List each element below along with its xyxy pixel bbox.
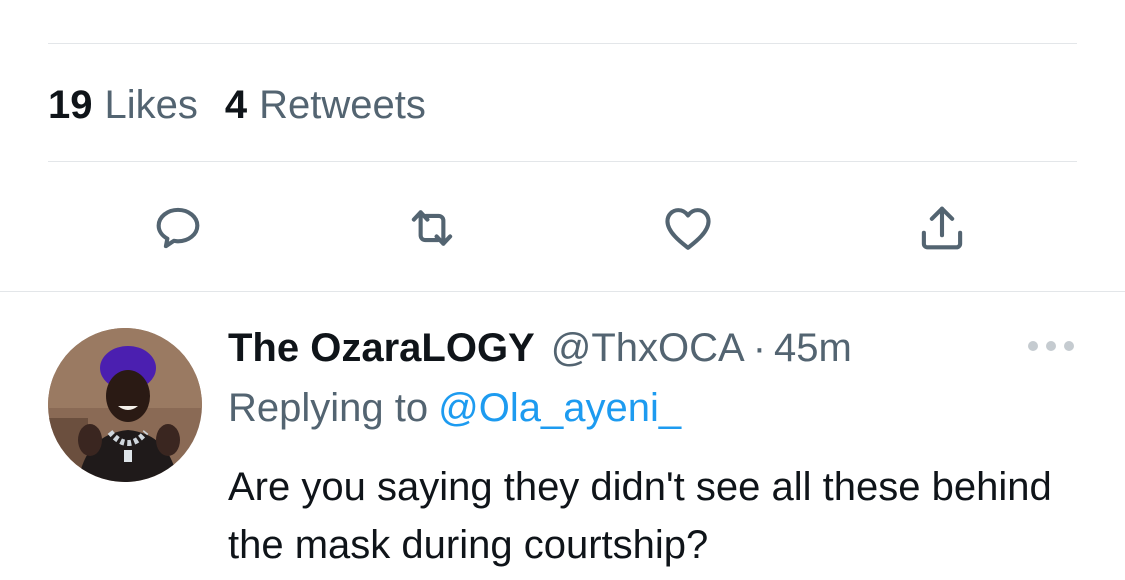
share-icon xyxy=(921,206,963,250)
tweet-timestamp[interactable]: 45m xyxy=(774,326,852,371)
reply-tweet[interactable]: The OzaraLOGY @ThxOCA · 45m Replying to @… xyxy=(0,292,1125,580)
more-options-button[interactable] xyxy=(1028,336,1074,356)
heart-icon xyxy=(665,208,711,250)
replying-to: Replying to @Ola_ayeni_ xyxy=(228,386,681,431)
reply-icon xyxy=(156,207,200,249)
retweets-stat[interactable]: 4 Retweets xyxy=(225,83,426,128)
tweet-stats: 19 Likes 4 Retweets xyxy=(48,80,453,130)
tweet-detail-view: 19 Likes 4 Retweets The OzaraLOGY @ThxOC… xyxy=(0,0,1125,580)
separator-dot: · xyxy=(752,325,767,370)
tweet-text: Are you saying they didn't see all these… xyxy=(228,465,1052,567)
user-avatar[interactable] xyxy=(48,328,202,482)
retweets-count: 4 xyxy=(224,82,248,127)
retweets-label: Retweets xyxy=(259,82,426,127)
reply-button[interactable] xyxy=(146,196,210,260)
more-dot xyxy=(1028,341,1038,351)
author-handle[interactable]: @ThxOCA xyxy=(551,326,745,371)
divider xyxy=(48,161,1077,162)
likes-label: Likes xyxy=(104,82,198,127)
divider xyxy=(48,43,1077,44)
more-dot xyxy=(1064,341,1074,351)
retweet-button[interactable] xyxy=(400,196,464,260)
avatar-image xyxy=(48,328,202,482)
replying-label: Replying to xyxy=(228,386,429,430)
tweet-action-bar xyxy=(0,196,1125,260)
truncated-previous-text xyxy=(230,0,350,2)
more-dot xyxy=(1046,341,1056,351)
like-button[interactable] xyxy=(656,196,720,260)
likes-count: 19 xyxy=(48,82,93,127)
share-button[interactable] xyxy=(910,196,974,260)
replying-to-handle-link[interactable]: @Ola_ayeni_ xyxy=(438,386,681,430)
author-name[interactable]: The OzaraLOGY xyxy=(228,326,535,371)
retweet-icon xyxy=(411,210,453,246)
likes-stat[interactable]: 19 Likes xyxy=(48,83,198,128)
tweet-header: The OzaraLOGY @ThxOCA · 45m xyxy=(228,322,852,374)
